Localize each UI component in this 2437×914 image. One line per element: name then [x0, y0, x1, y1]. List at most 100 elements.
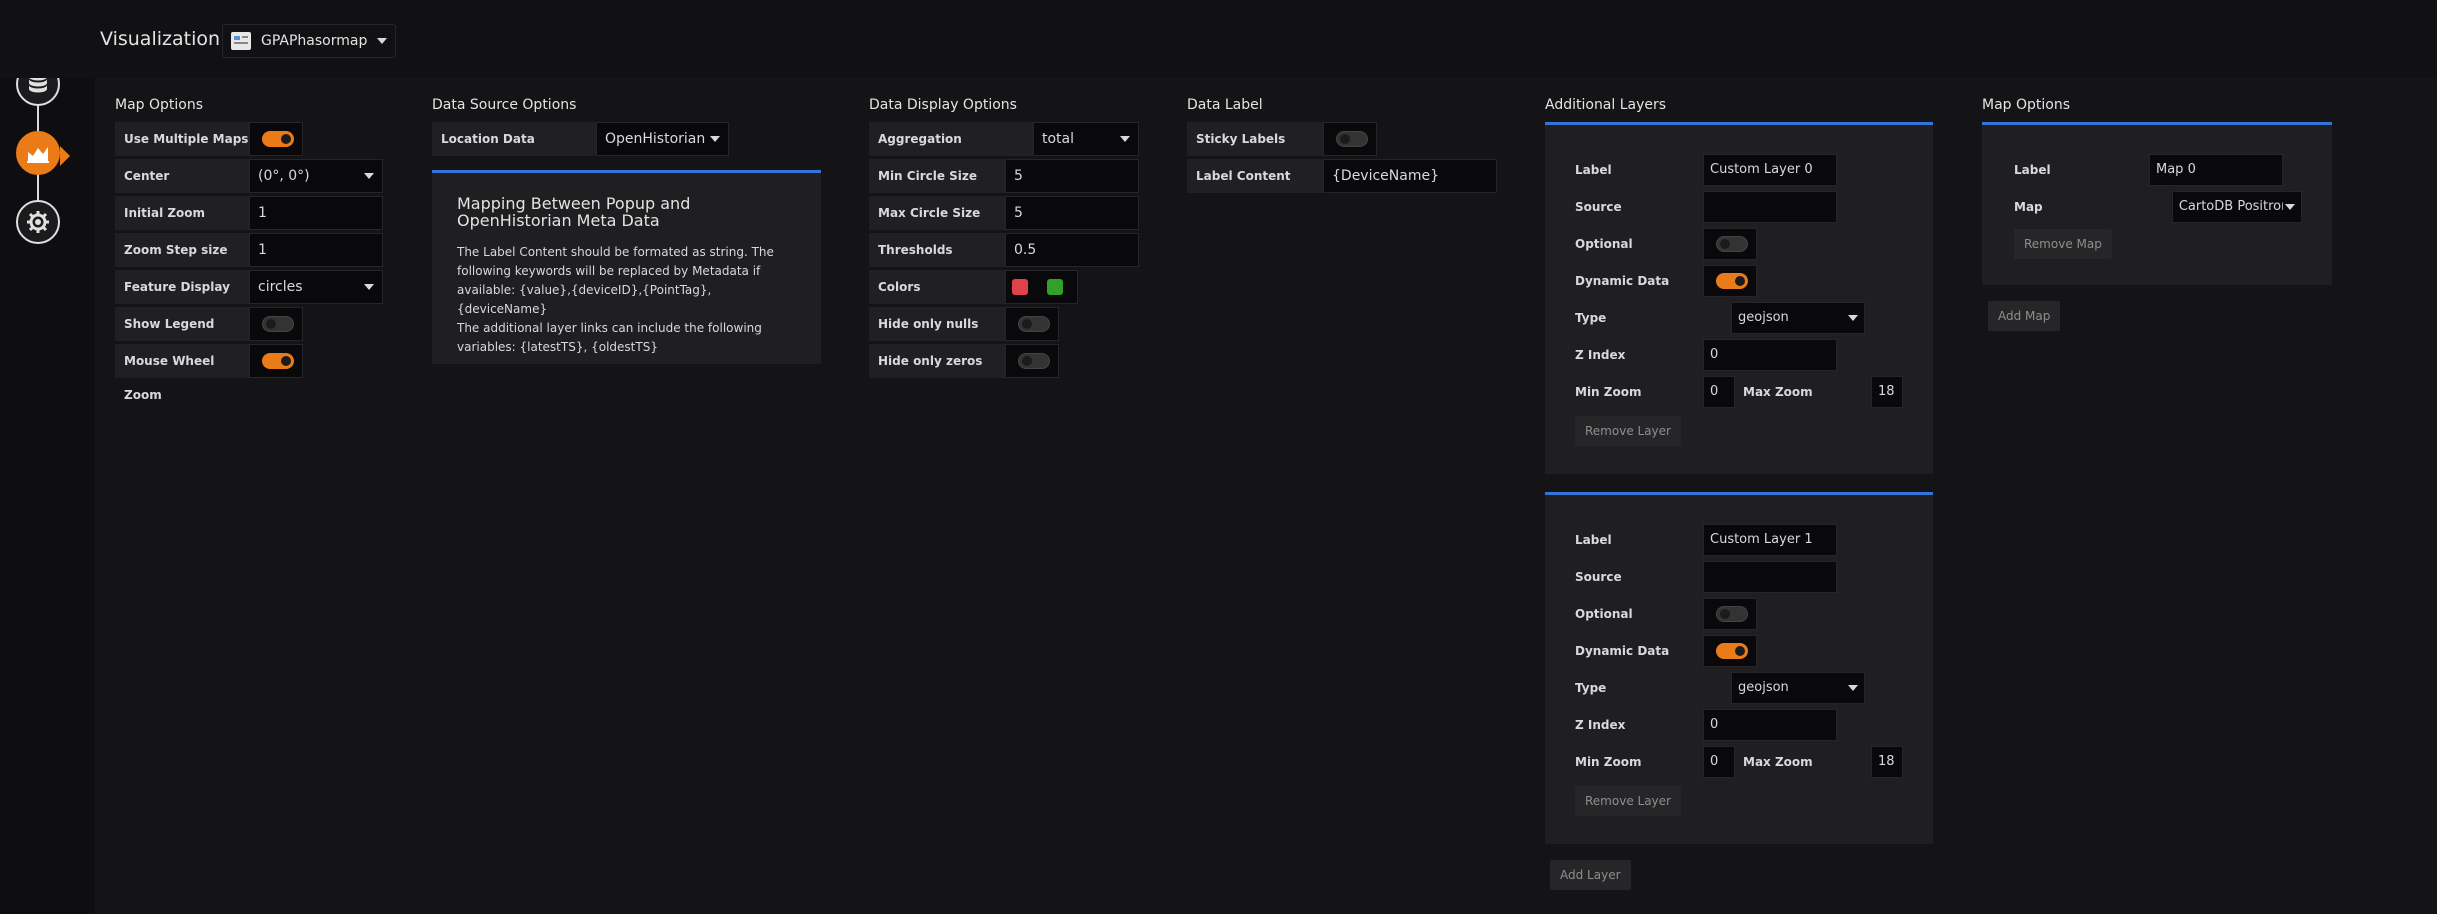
remove-layer-button[interactable]: Remove Layer	[1575, 416, 1681, 446]
map-options-section: Map Options Use Multiple Maps Center (0°…	[115, 96, 389, 402]
field-label: Type	[1575, 681, 1607, 695]
top-bar: Visualization GPAPhasormap	[0, 0, 2437, 78]
settings-icon[interactable]	[16, 200, 60, 244]
use-multiple-maps-toggle[interactable]	[249, 122, 303, 156]
map-label-input[interactable]: Map 0	[2149, 154, 2283, 186]
add-layer-button[interactable]: Add Layer	[1550, 860, 1631, 890]
remove-map-button[interactable]: Remove Map	[2014, 229, 2112, 259]
layer-panel: Label Custom Layer 1 Source Optional Dyn…	[1545, 492, 1933, 844]
map-label-row: Label Map 0	[2014, 153, 2302, 187]
section-title: Additional Layers	[1545, 97, 1667, 113]
center-row: Center (0°, 0°)	[115, 159, 389, 193]
hide-nulls-row: Hide only nulls	[869, 307, 1145, 341]
select-value: geojson	[1738, 680, 1789, 695]
toggle-switch	[1716, 606, 1748, 622]
layer-label-row: Label Custom Layer 1	[1575, 523, 1903, 557]
chevron-down-icon	[1848, 315, 1858, 321]
layer-max-zoom-input[interactable]: 18	[1871, 376, 1903, 408]
field-label: Center	[115, 159, 249, 193]
layer-label-input[interactable]: Custom Layer 0	[1703, 154, 1837, 186]
section-title: Map Options	[1982, 97, 2071, 113]
layer-type-select[interactable]: geojson	[1731, 672, 1865, 704]
layer-source-input[interactable]	[1703, 191, 1837, 223]
hide-zeros-row: Hide only zeros	[869, 344, 1145, 378]
hide-nulls-toggle[interactable]	[1005, 307, 1059, 341]
field-label: Type	[1575, 311, 1607, 325]
field-label: Min Circle Size	[869, 159, 1005, 193]
layer-optional-toggle[interactable]	[1703, 598, 1757, 630]
aggregation-select[interactable]: total	[1033, 122, 1139, 156]
max-circle-input[interactable]: 5	[1005, 196, 1139, 230]
color-swatch-green[interactable]	[1047, 279, 1063, 295]
layer-optional-row: Optional	[1575, 597, 1903, 631]
layer-source-row: Source	[1575, 190, 1903, 224]
layer-optional-toggle[interactable]	[1703, 228, 1757, 260]
field-label: Thresholds	[869, 233, 1005, 267]
section-title: Data Source Options	[432, 97, 577, 113]
sidebar	[0, 0, 95, 914]
sticky-labels-toggle[interactable]	[1323, 122, 1377, 156]
center-select[interactable]: (0°, 0°)	[249, 159, 383, 193]
layer-source-input[interactable]	[1703, 561, 1837, 593]
mouse-wheel-zoom-toggle[interactable]	[249, 344, 303, 378]
initial-zoom-row: Initial Zoom 1	[115, 196, 389, 230]
chevron-down-icon	[377, 38, 387, 44]
toggle-switch	[262, 353, 294, 369]
section-title: Data Display Options	[869, 97, 1017, 113]
visualization-picker[interactable]: GPAPhasormap	[222, 24, 396, 58]
layer-min-zoom-input[interactable]: 0	[1703, 746, 1735, 778]
use-multiple-maps-row: Use Multiple Maps	[115, 122, 389, 156]
layer-label-input[interactable]: Custom Layer 1	[1703, 524, 1837, 556]
map-type-select[interactable]: CartoDB Positron	[2171, 191, 2302, 223]
add-map-button[interactable]: Add Map	[1988, 301, 2061, 331]
visualization-icon[interactable]	[16, 131, 60, 175]
zoom-step-input[interactable]: 1	[249, 233, 383, 267]
location-data-select[interactable]: OpenHistorian	[596, 122, 729, 156]
layer-zindex-row: Z Index 0	[1575, 708, 1903, 742]
field-label: Zoom Step size	[115, 233, 249, 267]
map-panel: Label Map 0 Map CartoDB Positron Remove …	[1982, 122, 2332, 285]
select-value: CartoDB Positron	[2178, 199, 2283, 214]
data-display-section: Data Display Options Aggregation total M…	[869, 96, 1145, 381]
label-content-input[interactable]: {DeviceName}	[1323, 159, 1497, 193]
field-label: Location Data	[432, 122, 596, 156]
show-legend-toggle[interactable]	[249, 307, 303, 341]
options-editor: Map Options Use Multiple Maps Center (0°…	[95, 78, 2437, 914]
layer-max-zoom-input[interactable]: 18	[1871, 746, 1903, 778]
info-panel: Mapping Between Popup and OpenHistorian …	[432, 170, 821, 364]
section-title: Map Options	[115, 97, 204, 113]
chevron-down-icon	[364, 284, 374, 290]
chevron-down-icon	[364, 173, 374, 179]
layer-zindex-input[interactable]: 0	[1703, 709, 1837, 741]
field-label: Max Zoom	[1743, 755, 1813, 769]
section-title: Data Label	[1187, 97, 1263, 113]
map-type-row: Map CartoDB Positron	[2014, 190, 2302, 224]
layer-min-zoom-input[interactable]: 0	[1703, 376, 1735, 408]
sticky-labels-row: Sticky Labels	[1187, 122, 1499, 156]
layer-type-select[interactable]: geojson	[1731, 302, 1865, 334]
select-value: circles	[258, 279, 303, 295]
field-label: Aggregation	[869, 122, 1033, 156]
toggle-switch	[262, 131, 294, 147]
additional-layers-section: Additional Layers Label Custom Layer 0 S…	[1545, 96, 1937, 890]
min-circle-input[interactable]: 5	[1005, 159, 1139, 193]
hide-zeros-toggle[interactable]	[1005, 344, 1059, 378]
map-list-section: Map Options Label Map 0 Map CartoDB Posi…	[1982, 96, 2332, 331]
layer-dynamic-toggle[interactable]	[1703, 635, 1757, 667]
initial-zoom-input[interactable]: 1	[249, 196, 383, 230]
layer-dynamic-toggle[interactable]	[1703, 265, 1757, 297]
colors-row: Colors	[869, 270, 1145, 304]
toggle-switch	[1716, 236, 1748, 252]
color-swatch-red[interactable]	[1012, 279, 1028, 295]
remove-layer-button[interactable]: Remove Layer	[1575, 786, 1681, 816]
data-label-section: Data Label Sticky Labels Label Content {…	[1187, 96, 1499, 196]
layer-zindex-input[interactable]: 0	[1703, 339, 1837, 371]
min-circle-row: Min Circle Size 5	[869, 159, 1145, 193]
chevron-down-icon	[710, 136, 720, 142]
feature-display-select[interactable]: circles	[249, 270, 383, 304]
layer-dynamic-row: Dynamic Data	[1575, 634, 1903, 668]
layer-panel: Label Custom Layer 0 Source Optional Dyn…	[1545, 122, 1933, 474]
layer-type-row: Type geojson	[1575, 301, 1903, 335]
select-value: total	[1042, 131, 1075, 147]
thresholds-input[interactable]: 0.5	[1005, 233, 1139, 267]
